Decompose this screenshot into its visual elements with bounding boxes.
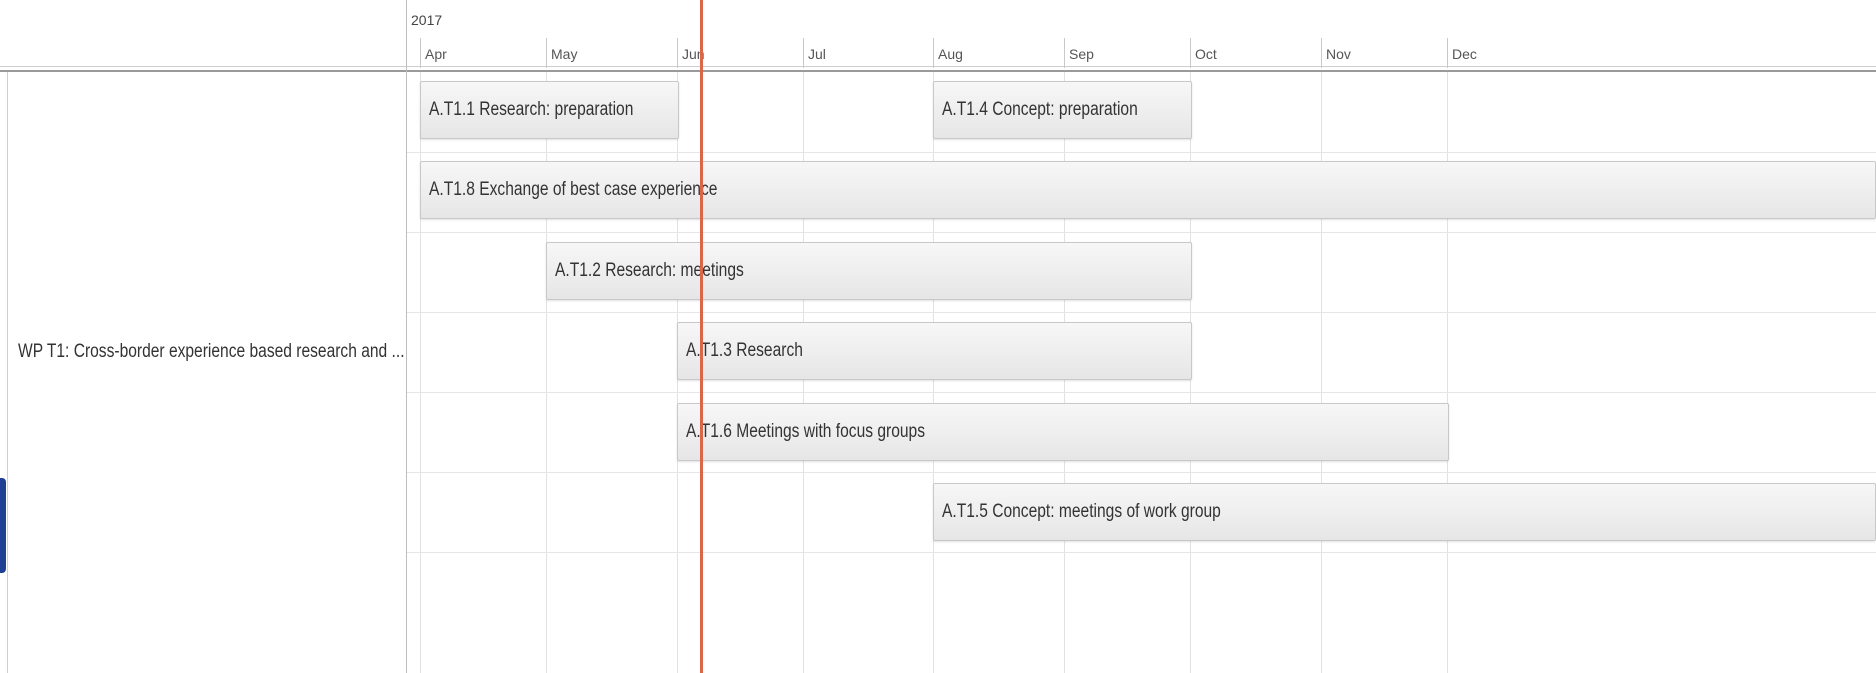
row-separator (407, 232, 1876, 233)
year-label: 2017 (411, 12, 443, 28)
row-separator (407, 312, 1876, 313)
row-separator (407, 552, 1876, 553)
left-edge-line (7, 72, 8, 673)
row-separator (407, 472, 1876, 473)
month-label-apr: Apr (425, 46, 447, 62)
task-bar-at1-1[interactable]: A.T1.1 Research: preparation (420, 81, 679, 139)
task-label: A.T1.3 Research (686, 340, 803, 361)
task-bar-at1-5[interactable]: A.T1.5 Concept: meetings of work group (933, 483, 1876, 541)
today-marker-line (700, 0, 703, 673)
month-tick (933, 38, 934, 68)
month-label-oct: Oct (1195, 46, 1217, 62)
month-label-nov: Nov (1326, 46, 1351, 62)
row-separator (407, 152, 1876, 153)
task-label: A.T1.8 Exchange of best case experience (429, 179, 718, 200)
month-tick (546, 38, 547, 68)
timeline-header: 2017 Apr May Jun Jul Aug Sep Oct Nov Dec (0, 0, 1876, 72)
row-separator (407, 392, 1876, 393)
month-label-dec: Dec (1452, 46, 1477, 62)
task-label: A.T1.2 Research: meetings (555, 260, 744, 281)
task-label: A.T1.1 Research: preparation (429, 99, 634, 120)
month-label-sep: Sep (1069, 46, 1094, 62)
task-bar-at1-4[interactable]: A.T1.4 Concept: preparation (933, 81, 1192, 139)
task-label: A.T1.6 Meetings with focus groups (686, 421, 926, 442)
task-bar-at1-8[interactable]: A.T1.8 Exchange of best case experience (420, 161, 1876, 219)
month-tick (1190, 38, 1191, 68)
month-tick (1064, 38, 1065, 68)
task-label: A.T1.5 Concept: meetings of work group (942, 501, 1221, 522)
month-tick (803, 38, 804, 68)
task-bar-at1-6[interactable]: A.T1.6 Meetings with focus groups (677, 403, 1449, 461)
window-edge-fragment (0, 478, 6, 573)
task-bar-at1-2[interactable]: A.T1.2 Research: meetings (546, 242, 1192, 300)
month-tick (1321, 38, 1322, 68)
month-label-jul: Jul (808, 46, 826, 62)
task-label: A.T1.4 Concept: preparation (942, 99, 1138, 120)
month-tick (420, 38, 421, 68)
month-tick (677, 38, 678, 68)
work-package-label[interactable]: WP T1: Cross-border experience based res… (18, 341, 405, 363)
month-label-aug: Aug (938, 46, 963, 62)
task-bar-at1-3[interactable]: A.T1.3 Research (677, 322, 1192, 380)
panel-divider[interactable] (406, 0, 407, 673)
header-divider (0, 66, 1876, 67)
month-tick (1447, 38, 1448, 68)
month-label-may: May (551, 46, 578, 62)
